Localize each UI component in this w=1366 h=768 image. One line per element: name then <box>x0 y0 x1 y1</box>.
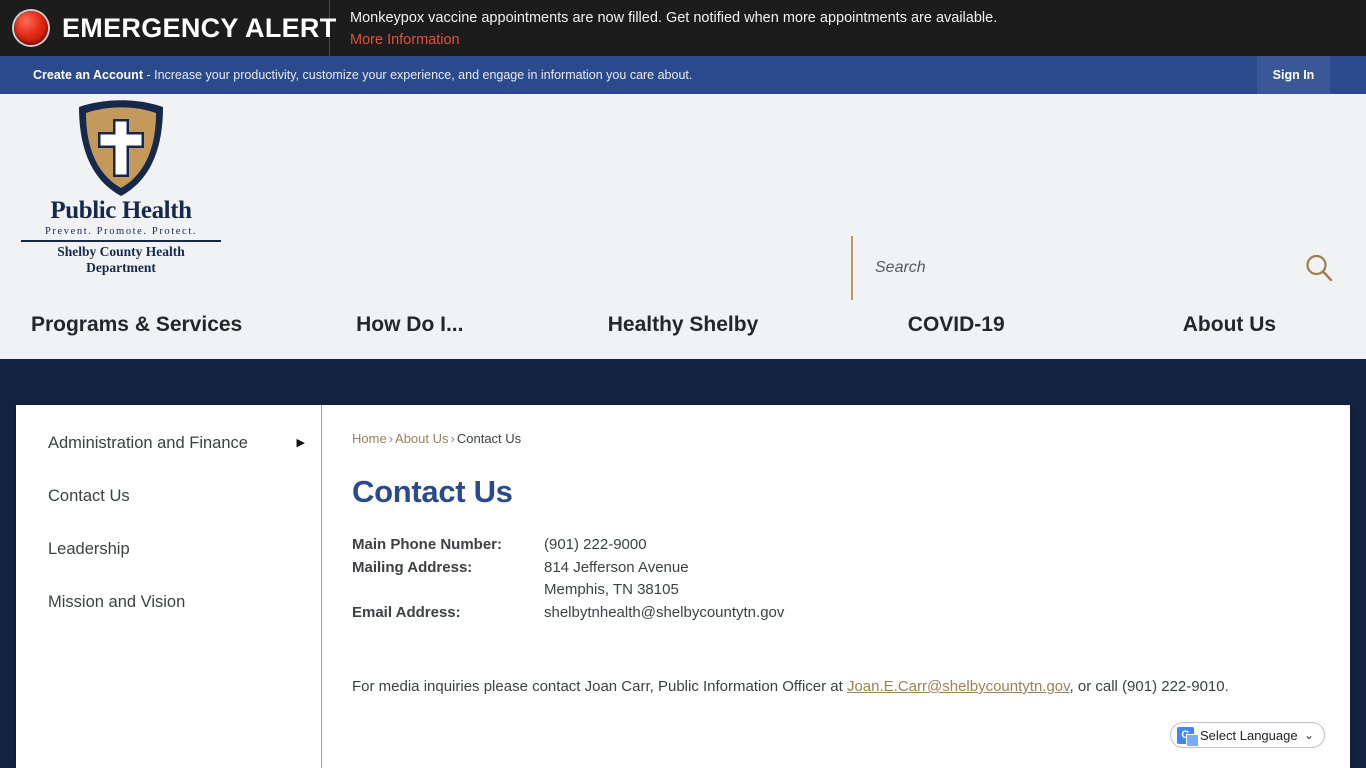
nav-item-covid-19[interactable]: COVID-19 <box>820 313 1093 337</box>
more-information-link[interactable]: More Information <box>350 29 460 51</box>
sidebar-item-contact-us[interactable]: Contact Us <box>16 470 321 523</box>
sidebar-item-label: Mission and Vision <box>48 593 186 611</box>
table-row: Main Phone Number: (901) 222-9000 <box>352 534 784 557</box>
breadcrumb-home-link[interactable]: Home <box>352 431 387 446</box>
sidebar-item-label: Administration and Finance <box>48 434 248 452</box>
emergency-alert-heading: EMERGENCY ALERT <box>0 0 336 56</box>
row-label: Main Phone Number: <box>352 536 503 553</box>
media-note-after: , or call (901) 222-9010. <box>1069 678 1229 695</box>
sidebar-item-administration-and-finance[interactable]: Administration and Finance ▶ <box>16 417 321 470</box>
emergency-alert-body: Monkeypox vaccine appointments are now f… <box>330 0 1366 56</box>
logo-divider <box>21 240 221 242</box>
search-input[interactable] <box>853 259 1292 277</box>
row-label <box>352 579 544 602</box>
search-icon <box>1306 254 1333 282</box>
breadcrumb-separator: › <box>450 431 455 446</box>
chevron-right-icon: ▶ <box>296 437 305 449</box>
nav-item-how-do-i[interactable]: How Do I... <box>273 313 546 337</box>
emergency-alert-bar: EMERGENCY ALERT Monkeypox vaccine appoin… <box>0 0 1366 56</box>
sidebar-item-leadership[interactable]: Leadership <box>16 523 321 576</box>
nav-item-healthy-shelby[interactable]: Healthy Shelby <box>546 313 819 337</box>
breadcrumb-separator: › <box>388 431 394 446</box>
main-content: Home › About Us › Contact Us Contact Us Main… <box>322 405 1350 768</box>
create-an-account-link[interactable]: Create an Account <box>33 68 143 82</box>
section-sidebar: Administration and Finance ▶ Contact Us … <box>16 405 322 768</box>
breadcrumb-current: Contact Us <box>456 431 522 446</box>
breadcrumb: Home › About Us › Contact Us <box>352 431 1350 446</box>
row-value: Memphis, TN 38105 <box>544 581 679 598</box>
shield-cross-icon <box>79 100 163 196</box>
emergency-alert-message: Monkeypox vaccine appointments are now f… <box>350 10 998 26</box>
nav-item-about-us[interactable]: About Us <box>1093 313 1366 337</box>
media-note-before: For media inquiries please contact Joan … <box>352 678 847 695</box>
nav-item-programs-services[interactable]: Programs & Services <box>0 313 273 337</box>
row-label: Email Address: <box>352 603 461 621</box>
sidebar-item-label: Leadership <box>48 540 130 558</box>
breadcrumb-about-us-link[interactable]: About Us <box>395 431 448 446</box>
main-navigation: Programs & Services How Do I... Healthy … <box>0 291 1366 359</box>
contact-details-table: Main Phone Number: (901) 222-9000 Mailin… <box>352 534 784 624</box>
row-label: Mailing Address: <box>352 558 473 576</box>
page-title: Contact Us <box>352 474 513 509</box>
select-language-label: Select Language <box>1200 727 1298 743</box>
account-bar: Create an Account - Increase your produc… <box>0 56 1366 94</box>
sidebar-item-mission-and-vision[interactable]: Mission and Vision <box>16 576 321 629</box>
search-button[interactable] <box>1292 241 1346 295</box>
content-card: Administration and Finance ▶ Contact Us … <box>16 405 1350 768</box>
emergency-alert-title: EMERGENCY ALERT <box>62 12 337 43</box>
media-inquiries-note: For media inquiries please contact Joan … <box>352 676 1350 698</box>
table-row: Memphis, TN 38105 <box>352 579 784 602</box>
row-value: (901) 222-9000 <box>544 536 647 553</box>
sign-in-button[interactable]: Sign In <box>1257 56 1330 94</box>
table-row: Mailing Address: 814 Jefferson Avenue <box>352 557 784 580</box>
site-logo[interactable]: Public Health Prevent. Promote. Protect.… <box>21 99 221 276</box>
sidebar-item-label: Contact Us <box>48 487 130 505</box>
row-value: 814 Jefferson Avenue <box>544 558 689 576</box>
logo-tagline: Prevent. Promote. Protect. <box>44 226 198 237</box>
media-contact-email-link[interactable]: Joan.E.Carr@shelbycountytn.gov <box>847 678 1070 695</box>
content-band: Administration and Finance ▶ Contact Us … <box>0 359 1366 768</box>
chevron-down-icon: ⌄ <box>1303 728 1314 742</box>
google-translate-icon: G <box>1177 726 1199 747</box>
row-value: shelbytnhealth@shelbycountytn.gov <box>544 603 785 621</box>
account-bar-tagline: - Increase your productivity, customize … <box>142 68 693 82</box>
site-header: Public Health Prevent. Promote. Protect.… <box>0 94 1366 359</box>
logo-name: Public Health <box>50 197 192 224</box>
select-language-dropdown[interactable]: G Select Language ⌄ <box>1170 722 1325 748</box>
red-alert-light-icon <box>14 11 48 45</box>
table-row: Email Address: shelbytnhealth@shelbycoun… <box>352 602 784 625</box>
account-bar-message: Create an Account - Increase your produc… <box>0 68 692 82</box>
logo-department: Shelby County Health Department <box>57 244 185 275</box>
